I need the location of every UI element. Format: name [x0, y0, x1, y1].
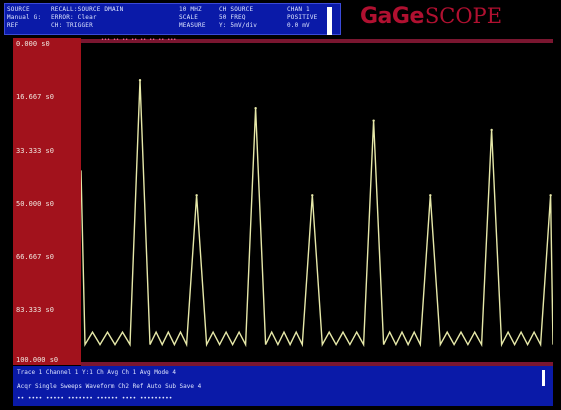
y-tick-label: 33.333 s0	[16, 147, 54, 155]
waveform-plot[interactable]	[81, 38, 553, 365]
status-ch-source: CH SOURCE	[219, 6, 254, 13]
top-marker-strip: ••• •• •• •• •• •• •• •••	[81, 37, 553, 43]
waveform-peak	[490, 128, 493, 132]
status-level: 0.0 mV	[287, 22, 310, 29]
oscilloscope-screen: SOURCE Manual G: REF RECALL:SOURCE DMAIN…	[0, 0, 561, 410]
waveform-peak	[195, 194, 198, 197]
status-error: ERROR: Clear	[51, 14, 97, 21]
status-bar: SOURCE Manual G: REF RECALL:SOURCE DMAIN…	[4, 3, 341, 35]
status-recall: RECALL:SOURCE DMAIN	[51, 6, 124, 13]
status-trigger: CH: TRIGGER	[51, 22, 93, 29]
y-tick-label: 50.000 s0	[16, 200, 54, 208]
control-panel: Trace 1 Channel 1 Y:1 Ch Avg Ch 1 Avg Mo…	[13, 366, 553, 406]
gage-scope-logo: GaGeSCOPE	[360, 4, 556, 32]
y-tick-label: 16.667 s0	[16, 93, 54, 101]
status-vdiv: Y: 5mV/div	[219, 22, 258, 29]
status-ref: REF	[7, 22, 19, 29]
y-tick-label: 66.667 s0	[16, 253, 54, 261]
waveform-peak	[311, 194, 314, 197]
y-tick-label: 100.000 s0	[16, 356, 59, 364]
logo-product: SCOPE	[424, 4, 503, 28]
waveform-peak	[138, 79, 142, 82]
control-scrollbar[interactable]	[542, 370, 545, 386]
waveform-trace	[81, 80, 553, 348]
control-row-1[interactable]: Trace 1 Channel 1 Y:1 Ch Avg Ch 1 Avg Mo…	[17, 369, 176, 376]
control-row-2[interactable]: Acqr Single Sweeps Waveform Ch2 Ref Auto…	[17, 383, 201, 390]
y-tick-label: 83.333 s0	[16, 306, 54, 314]
waveform-peak	[429, 194, 432, 197]
status-slope: POSITIVE	[287, 14, 318, 21]
waveform-peak	[254, 107, 257, 110]
status-freq: 50 FREQ	[219, 14, 246, 21]
status-manual: Manual G:	[7, 14, 42, 21]
status-source: SOURCE	[7, 6, 30, 13]
logo-brand: GaGe	[360, 4, 424, 29]
waveform-peak	[549, 194, 552, 197]
top-strip-text: ••• •• •• •• •• •• •• •••	[101, 37, 177, 43]
control-row-3: •• •••• ••••• ••••••• •••••• •••• ••••••…	[17, 395, 173, 402]
y-tick-label: 0.000 s0	[16, 40, 50, 48]
status-channel: CHAN 1	[287, 6, 310, 13]
status-measure: MEASURE	[179, 22, 206, 29]
status-scale: SCALE	[179, 14, 199, 21]
waveform-svg	[81, 79, 553, 348]
status-scrollbar[interactable]	[327, 7, 332, 35]
status-rate: 10 MHZ	[179, 6, 202, 13]
waveform-peak	[372, 119, 375, 122]
